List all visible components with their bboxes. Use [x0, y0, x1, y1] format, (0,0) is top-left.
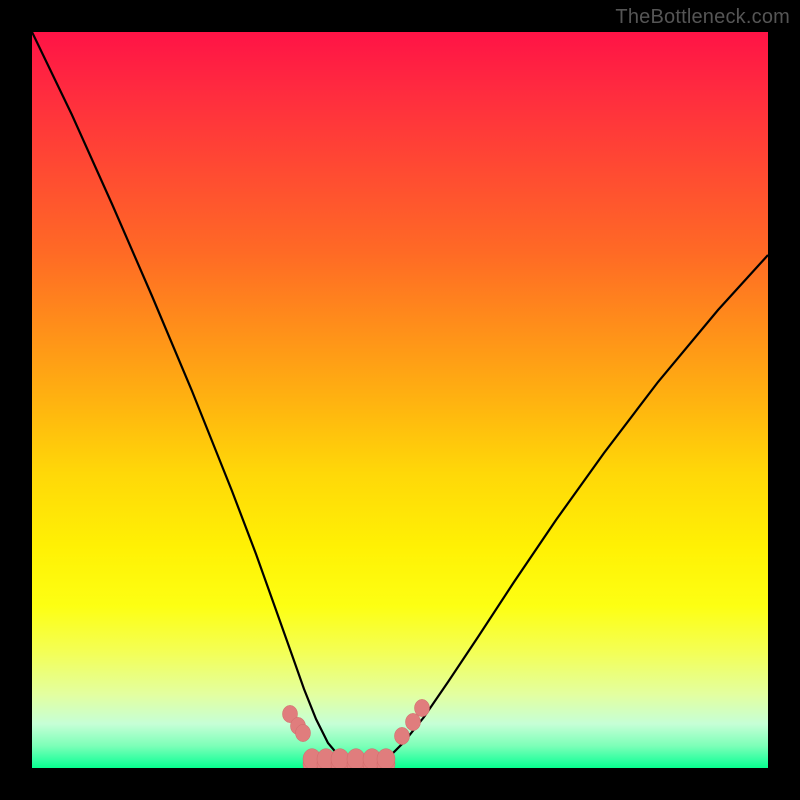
plot-area [32, 32, 768, 768]
valley-marker-dot [395, 727, 410, 744]
valley-marker-dot [406, 713, 421, 730]
curve-layer [32, 32, 768, 768]
valley-marker-dot [296, 724, 311, 741]
watermark-text: TheBottleneck.com [615, 6, 790, 29]
valley-marker-dot [331, 749, 349, 768]
bottleneck-curve [32, 32, 768, 768]
valley-marker-dot [415, 699, 430, 716]
valley-marker-dot [347, 749, 365, 768]
valley-markers [283, 699, 430, 768]
valley-marker-dot [377, 749, 395, 768]
chart-frame: TheBottleneck.com [0, 0, 800, 800]
